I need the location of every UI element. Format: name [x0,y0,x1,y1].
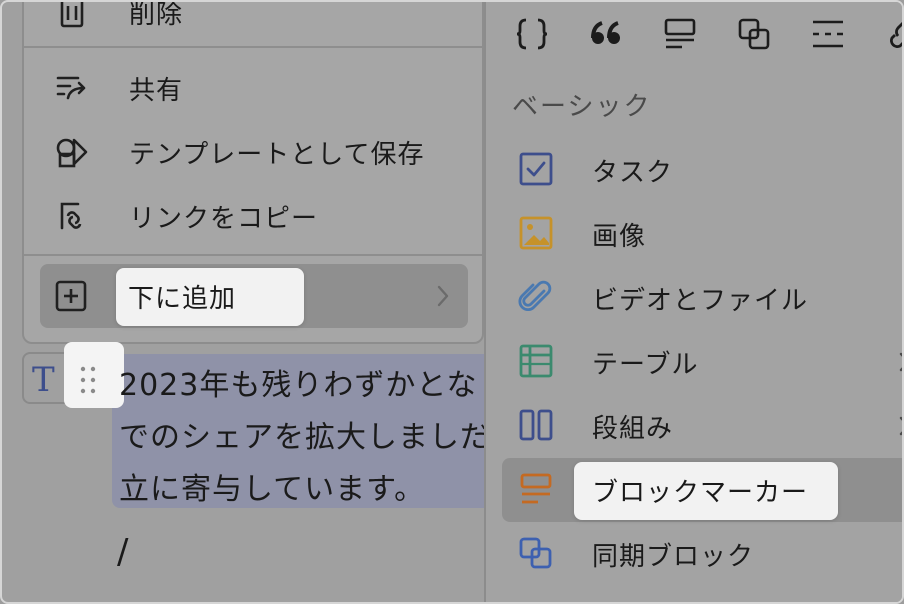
block-item-task[interactable]: タスク [486,138,902,200]
menu-item-copy-link[interactable]: リンクをコピー [24,188,482,244]
menu-item-label: 下に追加 [128,284,237,314]
drag-handle-icon [80,366,96,394]
block-type-menu: ベーシック タスク 画像 ビデオとファイル テーブル 段組み ブロックマーカー … [484,2,902,602]
block-item-columns[interactable]: 段組み [486,394,902,456]
share-icon [54,70,90,106]
block-item-label: ビデオとファイル [592,286,809,316]
menu-item-save-template[interactable]: テンプレートとして保存 [24,124,482,180]
app-frame: 削除 共有 テンプレートとして保存 リンクをコピー 下に追加 T 2023年も残… [0,0,904,604]
block-item-label: 同期ブロック [592,542,755,572]
block-item-label: タスク [592,158,674,188]
chevron-right-icon [434,282,452,310]
paperclip-icon [518,279,554,315]
menu-item-add-below[interactable]: 下に追加 [40,264,468,328]
section-title-basic: ベーシック [512,92,652,122]
table-icon [518,343,554,379]
block-item-table[interactable]: テーブル [486,330,902,392]
menu-divider [24,254,482,256]
callout-icon[interactable] [662,14,698,54]
plus-square-icon [54,279,88,313]
block-item-block-marker[interactable]: ブロックマーカー [486,458,902,520]
image-icon [518,215,554,251]
block-item-label: 段組み [592,414,674,444]
text-block-type-icon[interactable]: T [32,360,55,400]
block-item-label: ブロックマーカー [592,478,809,508]
paragraph-line: 2023年も残りわずかとな [119,368,478,403]
block-context-menu: 削除 共有 テンプレートとして保存 リンクをコピー 下に追加 [22,0,484,344]
trash-icon [54,2,90,30]
link-icon[interactable] [884,14,902,54]
chevron-right-icon [896,414,902,438]
menu-item-label: テンプレートとして保存 [129,139,425,170]
menu-item-label: 共有 [129,75,184,106]
synced-block-icon[interactable] [736,14,772,54]
paragraph-line: でのシェアを拡大しましだ [119,420,491,455]
chevron-right-icon [896,350,902,374]
slash-command-text[interactable]: / [117,532,128,572]
menu-item-delete[interactable]: 削除 [24,0,482,40]
block-marker-icon [518,471,554,507]
quote-icon[interactable] [588,14,624,54]
block-item-video-file[interactable]: ビデオとファイル [486,266,902,328]
columns-icon [518,407,554,443]
menu-divider [24,46,482,48]
synced-block-icon [518,535,554,571]
menu-item-label: 削除 [129,0,184,30]
checkbox-icon [518,151,554,187]
code-block-icon[interactable] [514,14,550,54]
block-item-label: テーブル [592,350,699,380]
copy-link-icon [54,198,90,234]
block-item-label: 画像 [592,222,647,252]
menu-item-share[interactable]: 共有 [24,60,482,116]
block-type-toolbar [514,14,902,54]
paragraph-line: 立に寄与しています。 [119,472,426,507]
menu-item-label: リンクをコピー [129,203,319,234]
divider-icon[interactable] [810,14,846,54]
block-item-synced-block[interactable]: 同期ブロック [486,522,902,584]
template-icon [54,134,90,170]
block-item-image[interactable]: 画像 [486,202,902,264]
